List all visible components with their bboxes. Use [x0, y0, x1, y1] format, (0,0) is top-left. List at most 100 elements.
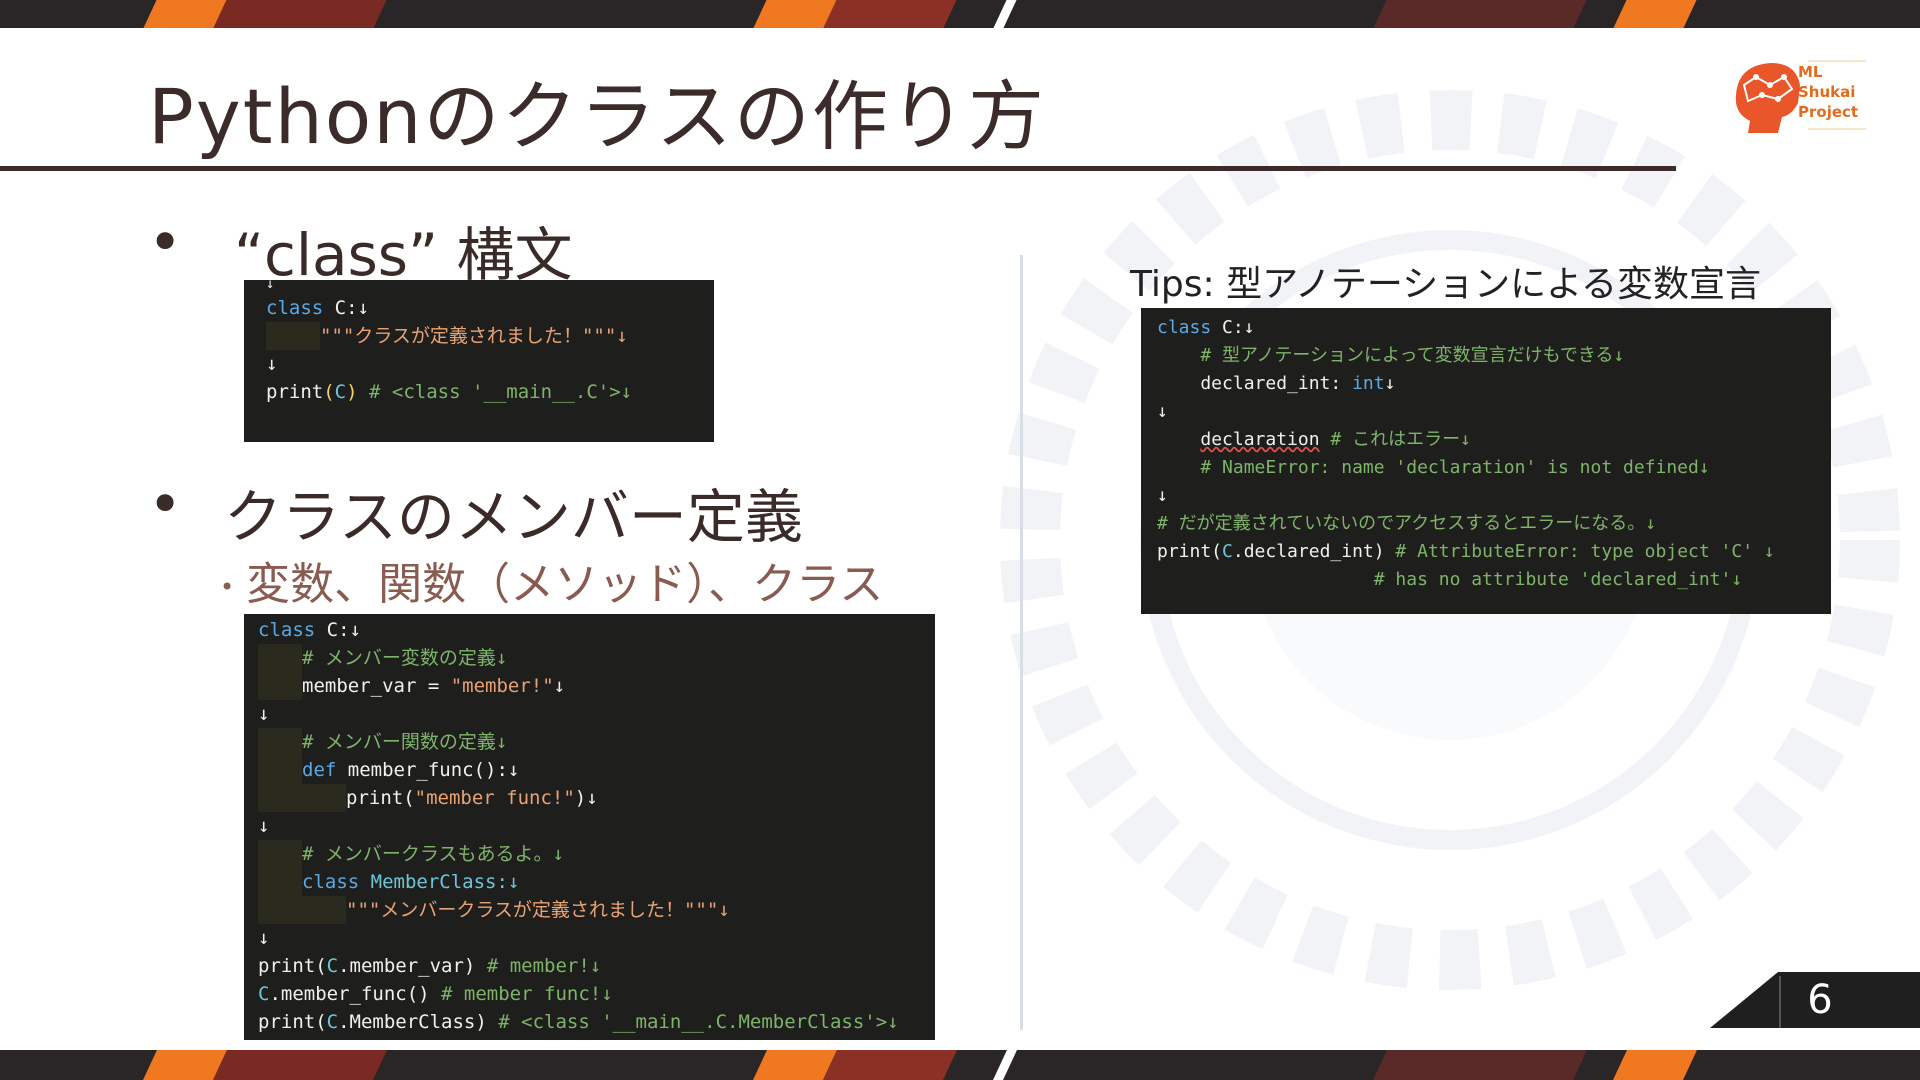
code-text: ↓: [1384, 373, 1396, 394]
code-line: print(C.member_var) # member!↓: [258, 952, 935, 980]
slide-title: Pythonのクラスの作り方: [148, 72, 1046, 161]
code-class-ref: C: [326, 1011, 339, 1033]
code-text: print: [266, 381, 324, 403]
bullet-class-members: • クラスのメンバー定義: [148, 470, 803, 554]
code-string: """メンバークラスが定義されました！"""↓: [346, 899, 730, 921]
code-line: class C:↓: [266, 294, 714, 322]
page-number: 6: [1807, 977, 1833, 1023]
code-comment: # メンバー関数の定義↓: [302, 731, 508, 753]
code-line: def member_func():↓: [258, 756, 935, 784]
code-line: print(C.MemberClass) # <class '__main__.…: [258, 1008, 935, 1036]
code-line: # メンバー変数の定義↓: [258, 644, 935, 672]
code-line: ↓: [266, 353, 278, 375]
code-class-ref: C: [326, 955, 339, 977]
code-string: "member!": [450, 675, 554, 697]
code-block-class-syntax: ↓ class C:↓ """クラスが定義されました！"""↓ ↓ print(…: [244, 280, 714, 442]
tips-title: Tips: 型アノテーションによる変数宣言: [1130, 264, 1762, 305]
code-string: """クラスが定義されました！"""↓: [320, 325, 628, 347]
code-comment: # だが定義されていないのでアクセスするとエラーになる。↓: [1157, 513, 1657, 534]
code-text: member_var =: [302, 675, 451, 697]
code-line: # だが定義されていないのでアクセスするとエラーになる。↓: [1157, 510, 1831, 538]
code-comment: # 型アノテーションによって変数宣言だけもできる↓: [1157, 345, 1625, 366]
code-text: )↓: [574, 787, 598, 809]
sub-bullet-member-kinds: • 変数、関数（メソッド）、クラス: [220, 548, 883, 612]
code-comment: # AttributeError: type object 'C' ↓: [1384, 541, 1775, 562]
code-line: ↓: [1157, 401, 1168, 422]
code-text: .member_func(): [269, 983, 430, 1005]
code-line: ↓: [258, 927, 270, 949]
code-class-ref: C: [334, 381, 347, 403]
logo-text: ML Shukai Project: [1798, 62, 1858, 122]
top-band: [0, 0, 1920, 28]
logo-line-1: ML: [1798, 63, 1823, 81]
code-text: .member_var): [338, 955, 476, 977]
code-line: member_var = "member!"↓: [258, 672, 935, 700]
code-text: print(: [258, 1011, 327, 1033]
code-line: # 型アノテーションによって変数宣言だけもできる↓: [1157, 342, 1831, 370]
code-keyword: def: [302, 759, 337, 781]
code-line: ↓: [1157, 485, 1168, 506]
code-keyword: class: [302, 871, 360, 893]
code-comment: # member!↓: [475, 955, 602, 977]
code-class-ref: C: [1222, 541, 1233, 562]
bullet-dot: •: [148, 208, 183, 276]
bullet-text: クラスのメンバー定義: [224, 483, 803, 551]
title-underline: [0, 166, 1676, 171]
sub-bullet-text: 変数、関数（メソッド）、クラス: [246, 559, 884, 610]
code-comment: # member func!↓: [429, 983, 613, 1005]
code-line: # NameError: name 'declaration' is not d…: [1157, 454, 1831, 482]
code-line: C.member_func() # member func!↓: [258, 980, 935, 1008]
code-line: ↓: [258, 815, 270, 837]
column-divider: [1020, 255, 1023, 1030]
code-comment: # <class '__main__.C'>↓: [357, 381, 633, 403]
bottom-band: [0, 1050, 1920, 1080]
code-text: C:↓: [1211, 317, 1255, 338]
code-text: print(: [1157, 541, 1223, 562]
code-comment: # <class '__main__.C.MemberClass'>↓: [486, 1011, 899, 1033]
code-text: print(: [346, 787, 415, 809]
code-line: declared_int: int↓: [1157, 370, 1831, 398]
code-block-type-annotation: class C:↓ # 型アノテーションによって変数宣言だけもできる↓ decl…: [1141, 308, 1831, 614]
code-keyword: class: [1157, 317, 1212, 338]
code-class-ref: C: [258, 983, 270, 1005]
bullet-text: “class” 構文: [234, 221, 573, 289]
code-class-name: MemberClass:↓: [359, 871, 520, 893]
code-line: # メンバー関数の定義↓: [258, 728, 935, 756]
code-text: C:↓: [323, 297, 369, 319]
code-string: "member func!": [414, 787, 575, 809]
code-line: class C:↓: [1157, 314, 1831, 342]
code-keyword: int: [1352, 373, 1385, 394]
code-line: print(C.declared_int) # AttributeError: …: [1157, 538, 1831, 566]
code-comment: # has no attribute 'declared_int'↓: [1157, 569, 1743, 590]
code-keyword: class: [258, 619, 316, 641]
code-text: C:↓: [315, 619, 361, 641]
code-line: ↓: [258, 703, 270, 725]
code-line: """メンバークラスが定義されました！"""↓: [258, 896, 935, 924]
code-line: """クラスが定義されました！"""↓: [266, 322, 714, 350]
code-line: # has no attribute 'declared_int'↓: [1157, 566, 1831, 594]
code-comment: # メンバークラスもあるよ。↓: [302, 843, 564, 865]
code-text: ↓: [553, 675, 566, 697]
code-line: class C:↓: [258, 616, 935, 644]
code-comment: # NameError: name 'declaration' is not d…: [1157, 457, 1710, 478]
logo-line-3: Project: [1798, 103, 1859, 121]
code-comment: # メンバー変数の定義↓: [302, 647, 508, 669]
code-text: print(: [258, 955, 327, 977]
code-keyword: class: [266, 297, 324, 319]
code-line: # メンバークラスもあるよ。↓: [258, 840, 935, 868]
code-line: ↓: [266, 280, 275, 292]
code-text: .declared_int): [1232, 541, 1385, 562]
code-text: member_func():↓: [336, 759, 520, 781]
code-comment: # これはエラー↓: [1319, 429, 1471, 450]
code-text: .MemberClass): [338, 1011, 487, 1033]
code-line: class MemberClass:↓: [258, 868, 935, 896]
code-text: declared_int:: [1157, 373, 1353, 394]
code-text-error: declaration: [1200, 429, 1320, 450]
code-line: declaration # これはエラー↓: [1157, 426, 1831, 454]
sub-bullet-dot: •: [220, 573, 235, 601]
code-block-class-members: class C:↓ # メンバー変数の定義↓ member_var = "mem…: [244, 614, 935, 1040]
logo-line-2: Shukai: [1798, 83, 1856, 101]
code-line: print(C) # <class '__main__.C'>↓: [266, 381, 633, 403]
code-line: print("member func!")↓: [258, 784, 935, 812]
bullet-dot: •: [148, 470, 183, 538]
